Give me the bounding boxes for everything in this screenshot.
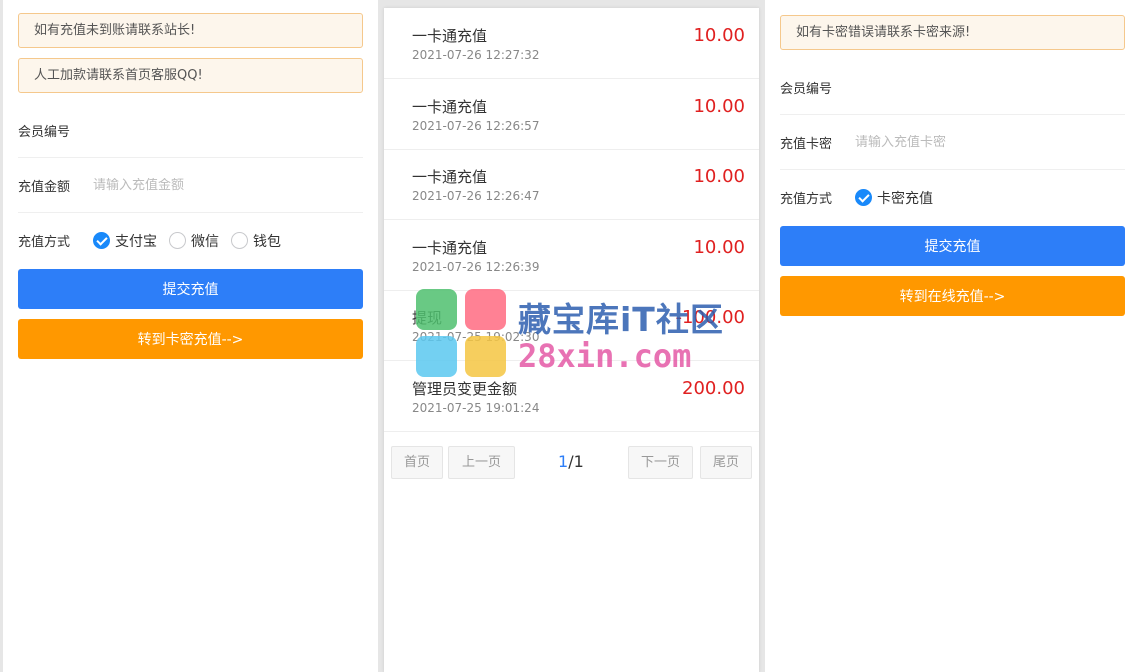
- record-title: 一卡通充值: [412, 168, 488, 186]
- amount-row: 充值金额: [18, 158, 363, 213]
- radio-unchecked-icon[interactable]: [231, 232, 248, 249]
- record-row[interactable]: 一卡通充值 2021-07-26 12:26:57 10.00: [384, 79, 759, 150]
- record-time: 2021-07-25 19:02:30: [412, 330, 540, 344]
- method-wallet[interactable]: 钱包: [231, 231, 281, 251]
- pager-indicator: 1/1: [558, 452, 584, 471]
- member-id-label: 会员编号: [18, 124, 71, 140]
- method-wallet-label: 钱包: [253, 233, 281, 250]
- record-amount: 10.00: [693, 96, 745, 117]
- radio-checked-icon[interactable]: [93, 232, 110, 249]
- record-row[interactable]: 管理员变更金额 2021-07-25 19:01:24 200.00: [384, 361, 759, 432]
- pager-last-button[interactable]: 尾页: [700, 446, 752, 479]
- record-title: 提现: [412, 309, 443, 327]
- pager-total: 1: [573, 452, 584, 471]
- pager-first-button[interactable]: 首页: [391, 446, 443, 479]
- radio-checked-icon[interactable]: [855, 189, 872, 206]
- notice-card-error: 如有卡密错误请联系卡密来源!: [780, 15, 1125, 50]
- card-method-row: 充值方式 卡密充值: [780, 170, 1125, 225]
- amount-input[interactable]: [93, 177, 333, 193]
- card-code-label: 充值卡密: [780, 136, 833, 152]
- recharge-records-panel: 一卡通充值 2021-07-26 12:27:32 10.00 一卡通充值 20…: [384, 8, 759, 672]
- record-time: 2021-07-26 12:27:32: [412, 48, 540, 62]
- submit-recharge-button[interactable]: 提交充值: [18, 269, 363, 309]
- record-amount: 10.00: [693, 166, 745, 187]
- method-wechat[interactable]: 微信: [169, 231, 219, 251]
- record-title: 一卡通充值: [412, 98, 488, 116]
- payment-method-group: 支付宝 微信 钱包: [93, 231, 293, 251]
- method-card-label: 卡密充值: [877, 190, 933, 207]
- online-recharge-panel: 如有充值未到账请联系站长! 人工加款请联系首页客服QQ! 会员编号 充值金额 充…: [3, 0, 378, 672]
- amount-label: 充值金额: [18, 179, 71, 195]
- method-card[interactable]: 卡密充值: [855, 188, 933, 208]
- radio-unchecked-icon[interactable]: [169, 232, 186, 249]
- card-method-group: 卡密充值: [855, 188, 945, 208]
- record-amount: 10.00: [693, 237, 745, 258]
- member-id-row: 会员编号: [18, 103, 363, 158]
- notice-manual-topup: 人工加款请联系首页客服QQ!: [18, 58, 363, 93]
- record-time: 2021-07-26 12:26:47: [412, 189, 540, 203]
- method-alipay[interactable]: 支付宝: [93, 231, 157, 251]
- record-time: 2021-07-26 12:26:57: [412, 119, 540, 133]
- submit-card-recharge-button[interactable]: 提交充值: [780, 226, 1125, 266]
- notice-unpaid: 如有充值未到账请联系站长!: [18, 13, 363, 48]
- record-row[interactable]: 提现 2021-07-25 19:02:30 -100.00: [384, 290, 759, 361]
- card-code-row: 充值卡密: [780, 115, 1125, 170]
- switch-to-card-button[interactable]: 转到卡密充值-->: [18, 319, 363, 359]
- record-title: 一卡通充值: [412, 27, 488, 45]
- card-method-label: 充值方式: [780, 192, 833, 207]
- method-wechat-label: 微信: [191, 233, 219, 250]
- record-time: 2021-07-26 12:26:39: [412, 260, 540, 274]
- record-amount: 10.00: [693, 25, 745, 46]
- switch-to-online-button[interactable]: 转到在线充值-->: [780, 276, 1125, 316]
- method-alipay-label: 支付宝: [115, 233, 157, 250]
- member-id-row: 会员编号: [780, 60, 1125, 115]
- record-amount: 200.00: [682, 378, 745, 399]
- pager-prev-button[interactable]: 上一页: [448, 446, 515, 479]
- record-row[interactable]: 一卡通充值 2021-07-26 12:26:47 10.00: [384, 149, 759, 220]
- record-time: 2021-07-25 19:01:24: [412, 401, 540, 415]
- payment-method-label: 充值方式: [18, 235, 71, 250]
- record-row[interactable]: 一卡通充值 2021-07-26 12:26:39 10.00: [384, 220, 759, 291]
- record-row[interactable]: 一卡通充值 2021-07-26 12:27:32 10.00: [384, 8, 759, 79]
- member-id-label: 会员编号: [780, 81, 833, 97]
- card-recharge-panel: 如有卡密错误请联系卡密来源! 会员编号 充值卡密 充值方式 卡密充值 提交充值 …: [765, 0, 1143, 672]
- record-title: 管理员变更金额: [412, 380, 518, 398]
- card-code-input[interactable]: [855, 134, 1095, 150]
- record-title: 一卡通充值: [412, 239, 488, 257]
- pager-next-button[interactable]: 下一页: [628, 446, 693, 479]
- payment-method-row: 充值方式 支付宝 微信 钱包: [18, 213, 363, 268]
- record-amount: -100.00: [675, 307, 745, 328]
- pager-current: 1: [558, 452, 569, 471]
